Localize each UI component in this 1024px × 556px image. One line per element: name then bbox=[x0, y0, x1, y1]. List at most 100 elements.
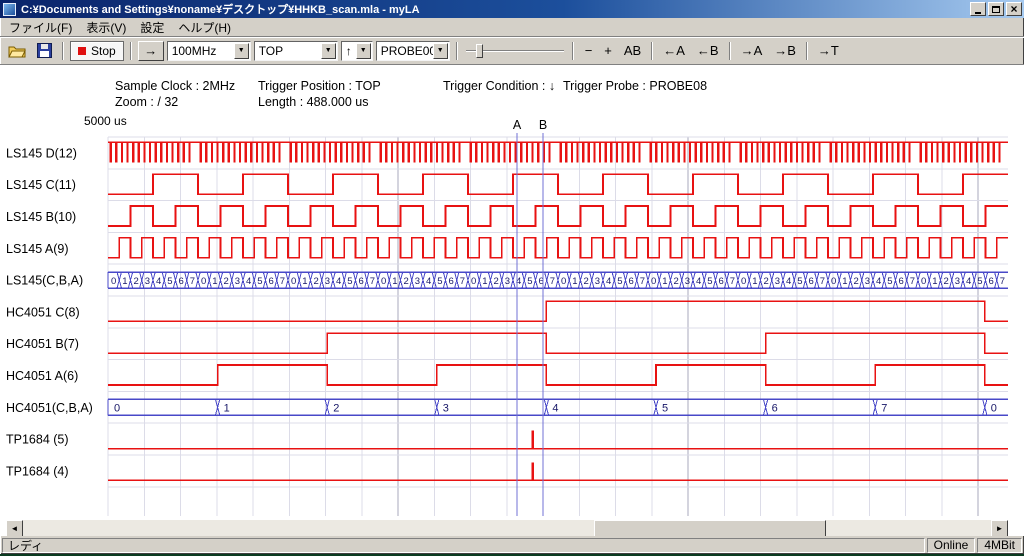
bus-value: 1 bbox=[572, 276, 577, 287]
status-ready-text: レディ bbox=[8, 537, 43, 554]
zoom-out-button[interactable]: − bbox=[580, 41, 598, 60]
open-folder-icon bbox=[8, 44, 26, 58]
bus-value: 5 bbox=[257, 276, 262, 287]
trigger-probe-label: Trigger Probe : PROBE08 bbox=[563, 79, 707, 93]
save-button[interactable] bbox=[32, 40, 56, 62]
minimize-button[interactable] bbox=[970, 2, 986, 16]
menu-item-view[interactable]: 表示(V) bbox=[79, 17, 133, 38]
bus-value: 1 bbox=[392, 276, 397, 287]
bus-value: 5 bbox=[347, 276, 352, 287]
channel-labels: LS145 D(12)LS145 C(11)LS145 B(10)LS145 A… bbox=[6, 146, 93, 478]
cursor-b-label[interactable]: B bbox=[537, 118, 549, 132]
channel-label: HC4051 B(7) bbox=[6, 337, 79, 351]
goto-b-left-button[interactable]: ←B bbox=[692, 41, 724, 60]
bus-value: 7 bbox=[1000, 276, 1005, 287]
bus-value: 5 bbox=[887, 276, 892, 287]
toolbar-separator bbox=[651, 42, 653, 60]
menubar: ファイル(F)表示(V)設定ヘルプ(H) bbox=[0, 18, 1024, 37]
window-controls: × bbox=[970, 2, 1022, 16]
bus-value: 1 bbox=[302, 276, 307, 287]
channel-label: LS145 B(10) bbox=[6, 210, 76, 224]
zoom-slider-thumb[interactable] bbox=[476, 44, 483, 58]
bus-value: 3 bbox=[145, 276, 150, 287]
bus-value: 7 bbox=[370, 276, 375, 287]
bus-value: 1 bbox=[752, 276, 757, 287]
scroll-left-button[interactable]: ◄ bbox=[6, 520, 23, 536]
bus-value: 5 bbox=[527, 276, 532, 287]
goto-b-right-button[interactable]: →B bbox=[769, 41, 801, 60]
trigger-position-select[interactable]: TOP ▼ bbox=[254, 41, 338, 61]
bus-value: 0 bbox=[991, 402, 997, 414]
zoom-in-button[interactable]: + bbox=[599, 41, 617, 60]
sample-clock-select[interactable]: 100MHz ▼ bbox=[167, 41, 251, 61]
bus-value: 7 bbox=[910, 276, 915, 287]
bus-value: 2 bbox=[943, 276, 948, 287]
bus-value: 0 bbox=[921, 276, 926, 287]
stop-button[interactable]: Stop bbox=[70, 41, 124, 61]
close-icon: × bbox=[1010, 4, 1017, 14]
trigger-probe-select[interactable]: PROBE00 ▼ bbox=[376, 41, 450, 61]
channel-label: LS145 A(9) bbox=[6, 242, 69, 256]
window-title: C:¥Documents and Settings¥noname¥デスクトップ¥… bbox=[19, 1, 967, 17]
bus-value: 5 bbox=[437, 276, 442, 287]
bus-value: 3 bbox=[415, 276, 420, 287]
cursors[interactable] bbox=[517, 133, 543, 516]
bus-value: 7 bbox=[280, 276, 285, 287]
open-file-button[interactable] bbox=[5, 40, 29, 62]
toolbar: Stop → 100MHz ▼ TOP ▼ ↑ ▼ PROBE00 ▼ −+AB… bbox=[0, 37, 1024, 64]
bus-value: 1 bbox=[842, 276, 847, 287]
toolbar-separator bbox=[456, 42, 458, 60]
app-window: C:¥Documents and Settings¥noname¥デスクトップ¥… bbox=[0, 0, 1024, 554]
bus-value: 7 bbox=[640, 276, 645, 287]
channel-label: HC4051 A(6) bbox=[6, 369, 78, 383]
menu-item-settings[interactable]: 設定 bbox=[133, 17, 171, 38]
bus-value: 4 bbox=[606, 276, 611, 287]
chevron-down-icon[interactable]: ▼ bbox=[356, 43, 371, 59]
bus-value: 7 bbox=[730, 276, 735, 287]
channel-label: LS145(C,B,A) bbox=[6, 274, 83, 288]
bus-value: 3 bbox=[955, 276, 960, 287]
bus-value: 6 bbox=[448, 276, 453, 287]
goto-a-left-button[interactable]: ←A bbox=[658, 41, 690, 60]
bus-value: 0 bbox=[201, 276, 206, 287]
maximize-button[interactable] bbox=[988, 2, 1004, 16]
bus-value: 6 bbox=[772, 402, 778, 414]
ab-cursors-button[interactable]: AB bbox=[619, 41, 646, 60]
length-label: Length : 488.000 us bbox=[258, 95, 369, 109]
close-button[interactable]: × bbox=[1006, 2, 1022, 16]
scrollbar-thumb[interactable] bbox=[594, 520, 826, 536]
goto-a-right-button[interactable]: →A bbox=[736, 41, 768, 60]
menu-item-file[interactable]: ファイル(F) bbox=[2, 17, 79, 38]
bus-value: 3 bbox=[443, 402, 449, 414]
channel-label: HC4051(C,B,A) bbox=[6, 401, 93, 415]
run-button[interactable]: → bbox=[138, 41, 164, 61]
bus-value: 0 bbox=[831, 276, 836, 287]
scroll-right-button[interactable]: ► bbox=[991, 520, 1008, 536]
trigger-edge-value: ↑ bbox=[346, 44, 356, 58]
bus-value: 2 bbox=[493, 276, 498, 287]
trigger-edge-select[interactable]: ↑ ▼ bbox=[341, 41, 373, 61]
chevron-down-icon[interactable]: ▼ bbox=[234, 43, 249, 59]
bus-value: 4 bbox=[336, 276, 341, 287]
zoom-slider[interactable] bbox=[466, 41, 564, 61]
bus-value: 6 bbox=[628, 276, 633, 287]
scrollbar-track[interactable] bbox=[23, 520, 991, 536]
cursor-a-label[interactable]: A bbox=[511, 118, 523, 132]
status-message-panel: レディ bbox=[2, 538, 925, 553]
bus-value: 0 bbox=[111, 276, 116, 287]
zoom-label: Zoom : / 32 bbox=[115, 95, 178, 109]
goto-trigger-button[interactable]: →T bbox=[813, 41, 844, 60]
horizontal-scrollbar[interactable]: ◄ ► bbox=[6, 520, 1008, 536]
waveform-canvas: LS145 D(12)LS145 C(11)LS145 B(10)LS145 A… bbox=[0, 65, 1020, 519]
bus-value: 5 bbox=[662, 402, 668, 414]
chevron-down-icon[interactable]: ▼ bbox=[433, 43, 448, 59]
bus-value: 4 bbox=[876, 276, 881, 287]
toolbar-separator bbox=[62, 42, 64, 60]
app-icon bbox=[3, 3, 16, 16]
bus-value: 0 bbox=[381, 276, 386, 287]
chevron-down-icon[interactable]: ▼ bbox=[321, 43, 336, 59]
bus-value: 0 bbox=[651, 276, 656, 287]
floppy-disk-icon bbox=[37, 43, 52, 58]
menu-item-help[interactable]: ヘルプ(H) bbox=[171, 17, 238, 38]
toolbar-separator bbox=[130, 42, 132, 60]
